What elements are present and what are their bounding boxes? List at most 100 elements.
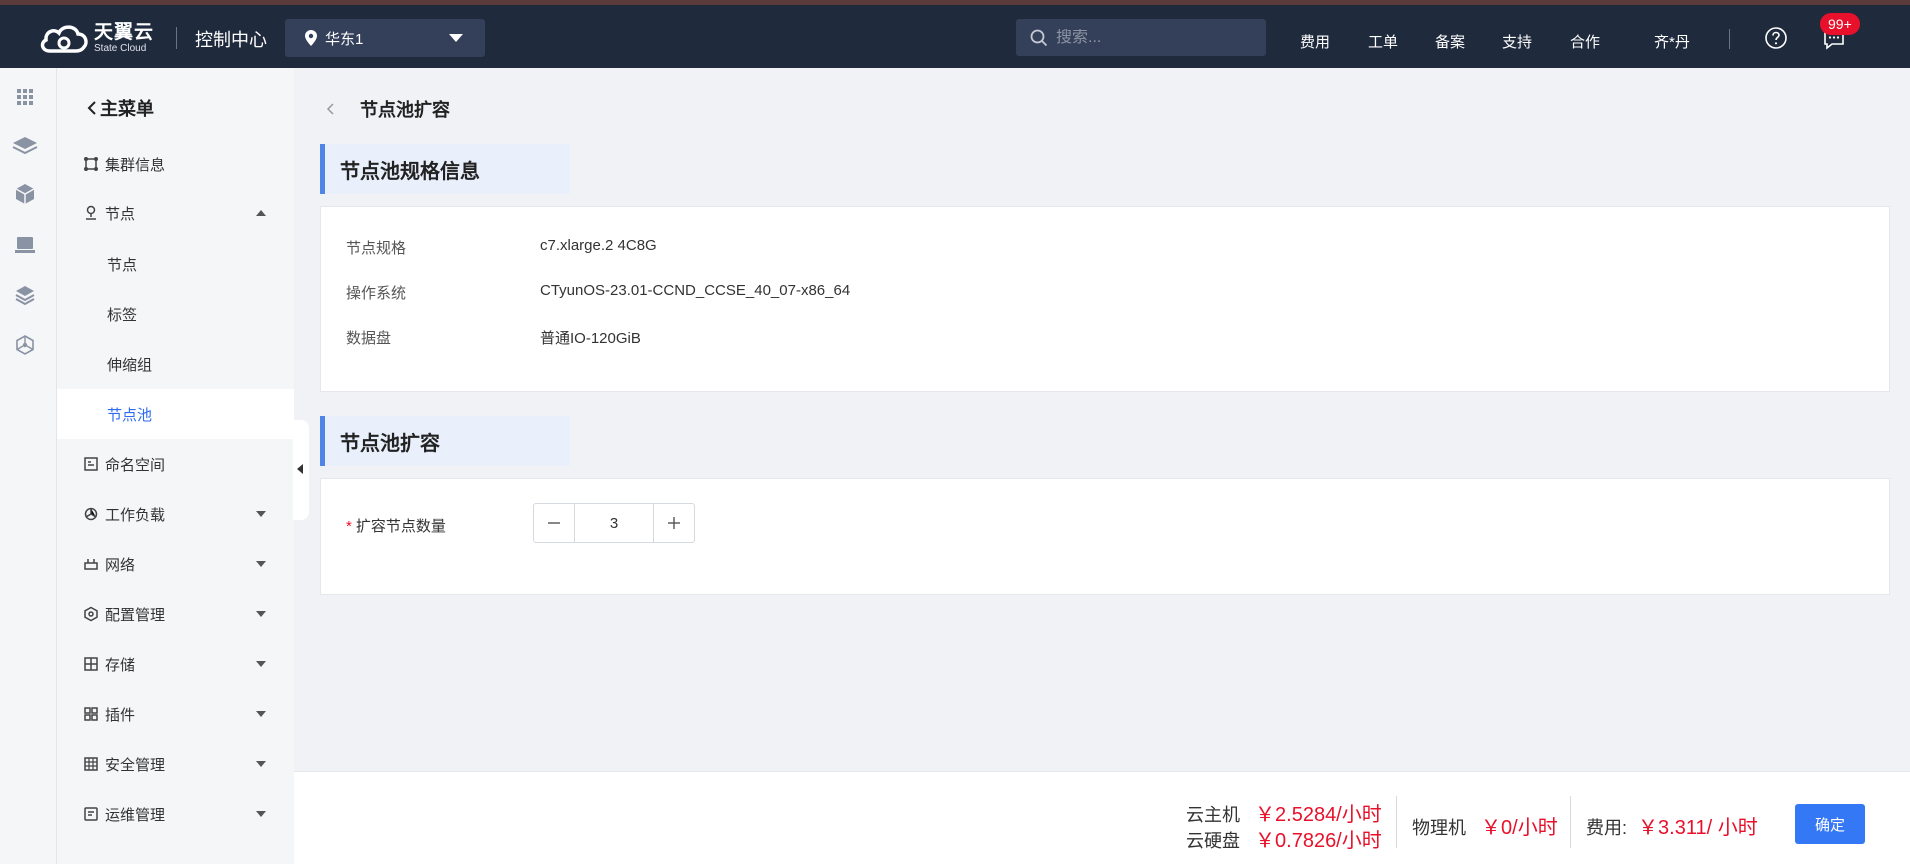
spec-value: 普通IO-120GiB bbox=[540, 330, 641, 347]
spec-info-card: 节点规格 c7.xlarge.2 4C8G 操作系统 CTyunOS-23.01… bbox=[320, 206, 1890, 392]
region-selector[interactable]: 华东1 bbox=[285, 19, 485, 57]
node-count-value[interactable]: 3 bbox=[574, 504, 654, 542]
cost-divider bbox=[1570, 796, 1571, 848]
sidebar-item-ops[interactable]: 运维管理 bbox=[57, 789, 294, 839]
back-arrow-icon[interactable] bbox=[326, 102, 336, 116]
sidebar-item-label: 插件 bbox=[105, 706, 136, 724]
chevron-down-icon bbox=[256, 511, 266, 517]
sidebar-subitem-label: 节点池 bbox=[107, 406, 153, 424]
sidebar-item-label: 安全管理 bbox=[105, 756, 166, 774]
brand-name-cn: 天翼云 bbox=[94, 21, 155, 43]
sidebar-item-nodes[interactable]: 节点 bbox=[57, 188, 294, 238]
confirm-button[interactable]: 确定 bbox=[1795, 804, 1865, 844]
stack-icon[interactable] bbox=[14, 284, 36, 306]
cube-icon[interactable] bbox=[14, 183, 36, 205]
search-icon bbox=[1030, 29, 1048, 46]
sidebar-item-storage[interactable]: 存储 bbox=[57, 639, 294, 689]
nav-partner[interactable]: 合作 bbox=[1570, 31, 1600, 52]
node-pin-icon bbox=[86, 205, 96, 220]
nav-ticket[interactable]: 工单 bbox=[1368, 31, 1398, 52]
sidebar-item-network[interactable]: 网络 bbox=[57, 539, 294, 589]
sidebar-subitem-label: 节点 bbox=[107, 256, 138, 274]
sidebar-subitem-scaling-group[interactable]: 伸缩组 bbox=[57, 339, 294, 389]
location-pin-icon bbox=[305, 30, 317, 46]
chevron-down-icon bbox=[256, 611, 266, 617]
user-name[interactable]: 齐*丹 bbox=[1654, 31, 1690, 52]
scale-count-label: * 扩容节点数量 bbox=[346, 515, 446, 536]
fee-label: 费用: bbox=[1586, 818, 1628, 838]
spec-value: CTyunOS-23.01-CCND_CCSE_40_07-x86_64 bbox=[540, 282, 851, 299]
network-cube-icon[interactable] bbox=[14, 334, 36, 356]
console-title[interactable]: 控制中心 bbox=[195, 26, 267, 52]
ecs-price: ￥2.5284/小时 bbox=[1255, 804, 1382, 826]
global-search[interactable] bbox=[1016, 19, 1266, 56]
search-input[interactable] bbox=[1056, 28, 1256, 47]
config-icon bbox=[84, 606, 98, 622]
sidebar-subitem-nodes[interactable]: 节点 bbox=[57, 239, 294, 289]
spec-key: 数据盘 bbox=[346, 330, 392, 347]
top-navigation-bar: 天翼云 State Cloud 控制中心 华东1 费用 工单 备案 支持 合作 … bbox=[0, 5, 1910, 68]
disk-cost: 云硬盘 ￥0.7826/小时 bbox=[1186, 824, 1382, 853]
sidebar-item-workload[interactable]: 工作负载 bbox=[57, 489, 294, 539]
brand-name-en: State Cloud bbox=[94, 42, 147, 54]
ops-icon bbox=[84, 807, 98, 821]
grid-icon[interactable] bbox=[14, 86, 36, 108]
scale-count-label-text: 扩容节点数量 bbox=[355, 518, 446, 535]
main-content: 节点池扩容 节点池规格信息 节点规格 c7.xlarge.2 4C8G 操作系统… bbox=[294, 68, 1910, 864]
sidebar-item-namespace[interactable]: 命名空间 bbox=[57, 439, 294, 489]
nav-fee[interactable]: 费用 bbox=[1300, 31, 1330, 52]
ecs-label: 云主机 bbox=[1186, 805, 1240, 825]
storage-icon bbox=[84, 657, 98, 671]
decrement-button[interactable] bbox=[534, 504, 574, 542]
nav-divider bbox=[1729, 29, 1730, 49]
physical-label: 物理机 bbox=[1412, 818, 1466, 838]
sidebar-subitem-labels[interactable]: 标签 bbox=[57, 289, 294, 339]
page-title: 节点池扩容 bbox=[360, 100, 450, 120]
sidebar-item-security[interactable]: 安全管理 bbox=[57, 739, 294, 789]
sidebar-item-label: 集群信息 bbox=[105, 156, 166, 174]
sidebar-item-plugins[interactable]: 插件 bbox=[57, 689, 294, 739]
namespace-icon bbox=[84, 457, 98, 471]
required-mark: * bbox=[346, 518, 352, 535]
disk-label: 云硬盘 bbox=[1186, 831, 1240, 851]
help-icon[interactable] bbox=[1764, 26, 1788, 50]
scale-card: * 扩容节点数量 3 bbox=[320, 478, 1890, 595]
spec-section-title: 节点池规格信息 bbox=[320, 144, 570, 194]
chevron-down-icon bbox=[256, 711, 266, 717]
sidebar-item-label: 运维管理 bbox=[105, 806, 166, 824]
chevron-down-icon bbox=[256, 561, 266, 567]
sidebar-subitem-label: 伸缩组 bbox=[107, 356, 153, 374]
chevron-up-icon bbox=[256, 210, 266, 216]
sidebar-item-cluster-info[interactable]: 集群信息 bbox=[57, 139, 294, 189]
nav-filing[interactable]: 备案 bbox=[1435, 31, 1465, 52]
notification-badge: 99+ bbox=[1820, 13, 1860, 35]
scale-section-title: 节点池扩容 bbox=[320, 416, 570, 466]
sidebar-item-label: 工作负载 bbox=[105, 506, 166, 524]
physical-price: ￥0/小时 bbox=[1481, 817, 1558, 839]
sidebar-subitem-node-pool[interactable]: 节点池 bbox=[57, 389, 294, 439]
cluster-icon bbox=[84, 157, 98, 171]
main-menu-label: 主菜单 bbox=[100, 99, 154, 119]
monitor-icon[interactable] bbox=[14, 234, 36, 256]
brand-logo[interactable]: 天翼云 State Cloud bbox=[38, 19, 158, 57]
sidebar-item-label: 节点 bbox=[105, 205, 136, 223]
spec-value: c7.xlarge.2 4C8G bbox=[540, 237, 657, 254]
spec-key: 节点规格 bbox=[346, 240, 407, 257]
layers-icon[interactable] bbox=[11, 134, 39, 156]
disk-price: ￥0.7826/小时 bbox=[1255, 830, 1382, 852]
sidebar-item-config[interactable]: 配置管理 bbox=[57, 589, 294, 639]
page-header: 节点池扩容 bbox=[326, 96, 450, 122]
node-count-stepper[interactable]: 3 bbox=[533, 503, 695, 543]
sidebar-subitem-label: 标签 bbox=[107, 306, 138, 324]
main-menu-back[interactable]: 主菜单 bbox=[87, 95, 154, 121]
chevron-down-icon bbox=[449, 34, 463, 42]
nav-support[interactable]: 支持 bbox=[1502, 31, 1532, 52]
increment-button[interactable] bbox=[654, 504, 694, 542]
price-footer: 云主机 ￥2.5284/小时 云硬盘 ￥0.7826/小时 物理机 ￥0/小时 … bbox=[294, 771, 1910, 864]
chevron-down-icon bbox=[256, 661, 266, 667]
ecs-cost: 云主机 ￥2.5284/小时 bbox=[1186, 798, 1382, 827]
total-cost: 费用: ￥3.311/ 小时 bbox=[1586, 811, 1758, 840]
chevron-down-icon bbox=[256, 811, 266, 817]
plus-icon bbox=[668, 517, 680, 529]
spec-key: 操作系统 bbox=[346, 285, 407, 302]
